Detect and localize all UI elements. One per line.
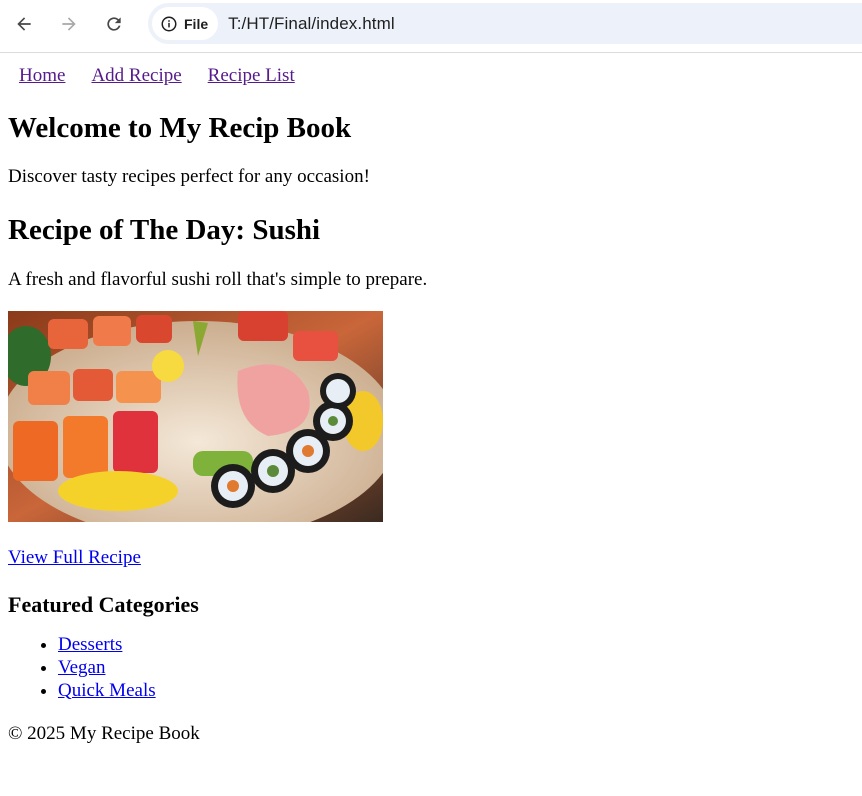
- view-full-recipe-link[interactable]: View Full Recipe: [8, 547, 141, 569]
- arrow-left-icon: [17, 17, 31, 31]
- address-bar[interactable]: File T:/HT/Final/index.html: [148, 3, 862, 44]
- footer-text: © 2025 My Recipe Book: [8, 722, 200, 744]
- nav-link-add-recipe[interactable]: Add Recipe: [91, 65, 181, 87]
- reload-icon: [107, 17, 121, 31]
- site-info-label: File: [184, 15, 209, 32]
- recipe-description: A fresh and flavorful sushi roll that's …: [8, 269, 428, 291]
- forward-button[interactable]: [53, 8, 85, 40]
- list-item: Vegan: [58, 656, 854, 679]
- list-item: Desserts: [58, 633, 854, 656]
- intro-text: Discover tasty recipes perfect for any o…: [8, 165, 370, 187]
- recipe-of-day-title: Recipe of The Day: Sushi: [8, 213, 321, 246]
- sushi-image: [8, 311, 383, 523]
- reload-button[interactable]: [98, 8, 130, 40]
- category-link-vegan[interactable]: Vegan: [58, 657, 105, 678]
- list-item: Quick Meals: [58, 679, 854, 702]
- back-button[interactable]: [8, 8, 40, 40]
- page-title: Welcome to My Recip Book: [8, 112, 352, 144]
- featured-categories-heading: Featured Categories: [8, 592, 199, 618]
- site-info-button[interactable]: File: [152, 7, 219, 40]
- category-list: Desserts Vegan Quick Meals: [8, 633, 854, 702]
- category-link-quick-meals[interactable]: Quick Meals: [58, 680, 156, 701]
- url-text[interactable]: T:/HT/Final/index.html: [228, 14, 395, 34]
- main-nav: Home Add Recipe Recipe List: [8, 53, 854, 89]
- category-link-desserts[interactable]: Desserts: [58, 634, 122, 655]
- page-content: Home Add Recipe Recipe List Welcome to My …: [0, 53, 862, 745]
- arrow-right-icon: [62, 17, 76, 31]
- info-icon: [161, 16, 177, 31]
- browser-toolbar: File T:/HT/Final/index.html: [0, 0, 862, 53]
- nav-link-recipe-list[interactable]: Recipe List: [208, 65, 295, 87]
- nav-link-home[interactable]: Home: [19, 65, 65, 87]
